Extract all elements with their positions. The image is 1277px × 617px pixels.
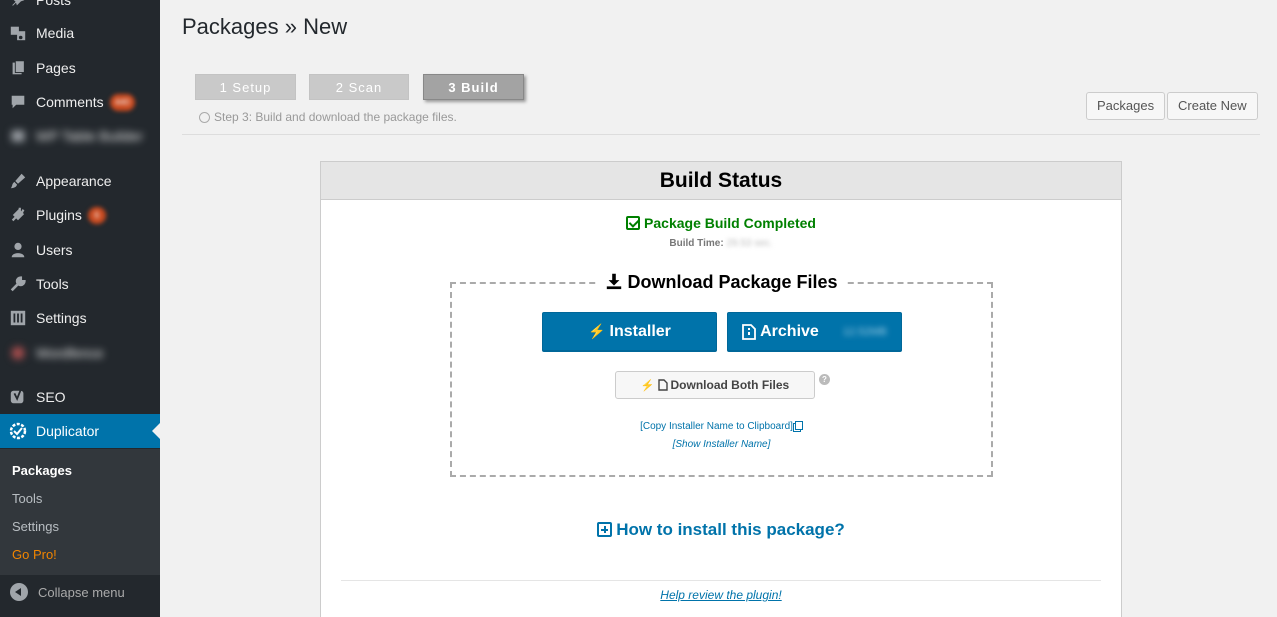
user-icon xyxy=(0,241,36,259)
archive-button-label: Archive xyxy=(760,322,819,340)
brush-icon xyxy=(0,172,36,190)
how-to-install-link[interactable]: How to install this package? xyxy=(321,520,1121,540)
collapse-icon xyxy=(10,583,28,601)
build-complete-status: Package Build Completed xyxy=(321,215,1121,231)
build-time-label: Build Time: xyxy=(669,238,724,249)
sidebar-item-wordfence[interactable]: Wordfence xyxy=(0,336,160,370)
copy-link-text: [Copy Installer Name to Clipboard] xyxy=(640,421,793,432)
installer-download-button[interactable]: ⚡ Installer xyxy=(542,312,717,351)
wrench-icon xyxy=(0,275,36,293)
sidebar-item-settings[interactable]: Settings xyxy=(0,301,160,335)
download-package-box: Download Package Files ⚡ Installer Archi… xyxy=(450,272,993,477)
create-new-button[interactable]: Create New xyxy=(1167,92,1258,120)
build-time: Build Time: 29.53 sec. xyxy=(321,238,1121,249)
packages-button[interactable]: Packages xyxy=(1086,92,1166,120)
pin-icon xyxy=(0,0,36,9)
sidebar-item-label: Wordfence xyxy=(36,345,104,361)
settings-icon xyxy=(0,309,36,327)
page-title: Packages » New xyxy=(182,14,348,39)
collapse-menu-label: Collapse menu xyxy=(38,584,125,600)
step-description: Step 3: Build and download the package f… xyxy=(199,110,457,124)
build-status-panel: Build Status Package Build Completed Bui… xyxy=(320,161,1122,617)
sidebar-item-label: Settings xyxy=(36,310,87,326)
file-archive-icon xyxy=(657,379,668,391)
submenu-item-packages[interactable]: Packages xyxy=(0,457,160,485)
panel-title: Build Status xyxy=(321,162,1121,200)
sidebar-item-label: Appearance xyxy=(36,173,112,189)
media-icon xyxy=(0,24,36,42)
bolt-icon: ⚡ xyxy=(640,379,655,392)
sidebar-item-plugins[interactable]: Plugins 6 xyxy=(0,198,160,232)
sidebar-item-table-builder[interactable]: WP Table Builder xyxy=(0,119,160,153)
sidebar-item-label: Comments xyxy=(36,94,104,110)
sidebar-item-label: Tools xyxy=(36,276,69,292)
checkbox-checked-icon xyxy=(626,216,641,230)
sidebar-item-label: Media xyxy=(36,25,75,41)
archive-download-button[interactable]: Archive 12.52MB xyxy=(727,312,902,351)
archive-size: 12.52MB xyxy=(842,325,887,338)
duplicator-submenu: Packages Tools Settings Go Pro! xyxy=(0,449,160,575)
plugin-update-badge: 6 xyxy=(87,206,106,224)
sidebar-item-label: Plugins xyxy=(36,207,82,223)
sidebar-item-comments[interactable]: Comments 440 xyxy=(0,85,160,119)
step-setup: 1 Setup xyxy=(195,74,296,100)
copy-installer-name-link[interactable]: [Copy Installer Name to Clipboard] xyxy=(452,421,991,432)
submenu-item-settings[interactable]: Settings xyxy=(0,513,160,541)
sidebar-item-appearance[interactable]: Appearance xyxy=(0,164,160,198)
panel-divider xyxy=(341,580,1101,581)
sidebar-item-label: SEO xyxy=(36,389,66,405)
duplicator-icon xyxy=(0,421,36,441)
sidebar-item-seo[interactable]: SEO xyxy=(0,380,160,414)
sidebar-item-label: Duplicator xyxy=(36,423,100,439)
active-menu-arrow xyxy=(152,423,160,439)
download-icon xyxy=(607,273,622,290)
admin-sidebar: Posts Media Pages Comments 440 WP Table … xyxy=(0,0,160,617)
plugin-icon xyxy=(0,206,36,224)
plus-square-icon xyxy=(597,522,613,537)
collapse-menu-button[interactable]: Collapse menu xyxy=(0,576,160,608)
sidebar-item-label: WP Table Builder xyxy=(36,128,143,144)
download-title-text: Download Package Files xyxy=(627,272,838,292)
submenu-item-tools[interactable]: Tools xyxy=(0,485,160,513)
howto-text: How to install this package? xyxy=(616,520,845,539)
header-divider xyxy=(182,134,1260,135)
build-status-text: Package Build Completed xyxy=(644,215,816,231)
pages-icon xyxy=(0,59,36,77)
submenu-item-go-pro[interactable]: Go Pro! xyxy=(0,541,160,569)
step-build: 3 Build xyxy=(423,74,524,100)
comments-icon xyxy=(0,93,36,111)
sidebar-item-label: Posts xyxy=(36,0,72,8)
show-installer-name-link[interactable]: [Show Installer Name] xyxy=(452,439,991,450)
comment-count-badge: 440 xyxy=(109,93,135,111)
bolt-icon: ⚡ xyxy=(588,323,606,339)
download-title: Download Package Files xyxy=(452,272,991,293)
help-review-link[interactable]: Help review the plugin! xyxy=(321,588,1121,602)
build-time-value: 29.53 sec. xyxy=(726,238,773,249)
wordpress-icon xyxy=(199,111,210,123)
step-scan: 2 Scan xyxy=(309,74,409,100)
download-both-files-button[interactable]: ⚡ Download Both Files xyxy=(615,371,815,399)
yoast-icon xyxy=(0,388,36,406)
shield-icon xyxy=(0,344,36,362)
help-icon[interactable]: ? xyxy=(819,374,830,385)
table-icon xyxy=(0,127,36,145)
copy-icon xyxy=(794,421,803,430)
sidebar-item-label: Users xyxy=(36,242,73,258)
step-description-text: Step 3: Build and download the package f… xyxy=(214,110,457,124)
installer-button-label: Installer xyxy=(609,322,671,340)
file-archive-icon xyxy=(742,323,757,340)
sidebar-item-media[interactable]: Media xyxy=(0,16,160,50)
sidebar-item-duplicator[interactable]: Duplicator xyxy=(0,414,160,448)
sidebar-item-pages[interactable]: Pages xyxy=(0,51,160,85)
sidebar-item-tools[interactable]: Tools xyxy=(0,267,160,301)
download-both-label: Download Both Files xyxy=(670,378,790,392)
sidebar-item-posts[interactable]: Posts xyxy=(0,0,160,17)
sidebar-item-label: Pages xyxy=(36,60,76,76)
sidebar-item-users[interactable]: Users xyxy=(0,233,160,267)
